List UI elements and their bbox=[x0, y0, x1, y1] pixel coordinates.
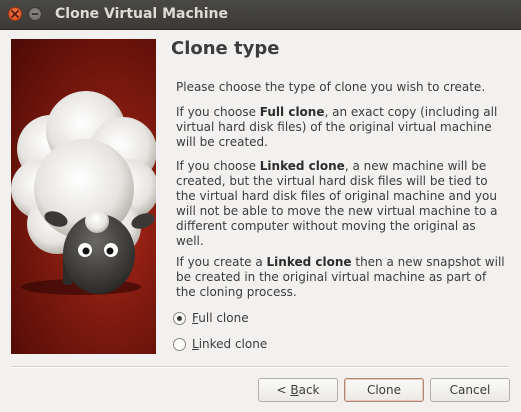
snapshot-description: If you create a Linked clone then a new … bbox=[176, 255, 505, 299]
clone-button[interactable]: Clone bbox=[344, 378, 424, 402]
linked-clone-description: If you choose Linked clone, a new machin… bbox=[176, 159, 498, 248]
full-clone-option[interactable]: Full clone bbox=[173, 310, 249, 326]
back-button[interactable]: < Back bbox=[258, 378, 338, 402]
close-icon bbox=[11, 10, 19, 18]
close-window-button[interactable] bbox=[8, 7, 22, 21]
button-separator bbox=[11, 366, 510, 368]
cancel-button[interactable]: Cancel bbox=[430, 378, 510, 402]
linked-clone-option[interactable]: Linked clone bbox=[173, 336, 267, 352]
sheep-watermark-icon bbox=[11, 91, 156, 295]
full-clone-radio[interactable] bbox=[173, 311, 186, 325]
full-clone-description: If you choose Full clone, an exact copy … bbox=[176, 105, 498, 149]
title-bar[interactable]: Clone Virtual Machine bbox=[0, 0, 521, 30]
minimize-icon bbox=[32, 13, 38, 15]
page-title: Clone type bbox=[171, 38, 280, 59]
window-title: Clone Virtual Machine bbox=[55, 6, 229, 22]
minimize-window-button[interactable] bbox=[28, 7, 42, 21]
wizard-watermark-image bbox=[11, 39, 156, 354]
full-clone-label[interactable]: Full clone bbox=[192, 311, 249, 325]
linked-clone-radio[interactable] bbox=[173, 337, 186, 351]
intro-text: Please choose the type of clone you wish… bbox=[176, 80, 486, 94]
linked-clone-label[interactable]: Linked clone bbox=[192, 337, 267, 351]
